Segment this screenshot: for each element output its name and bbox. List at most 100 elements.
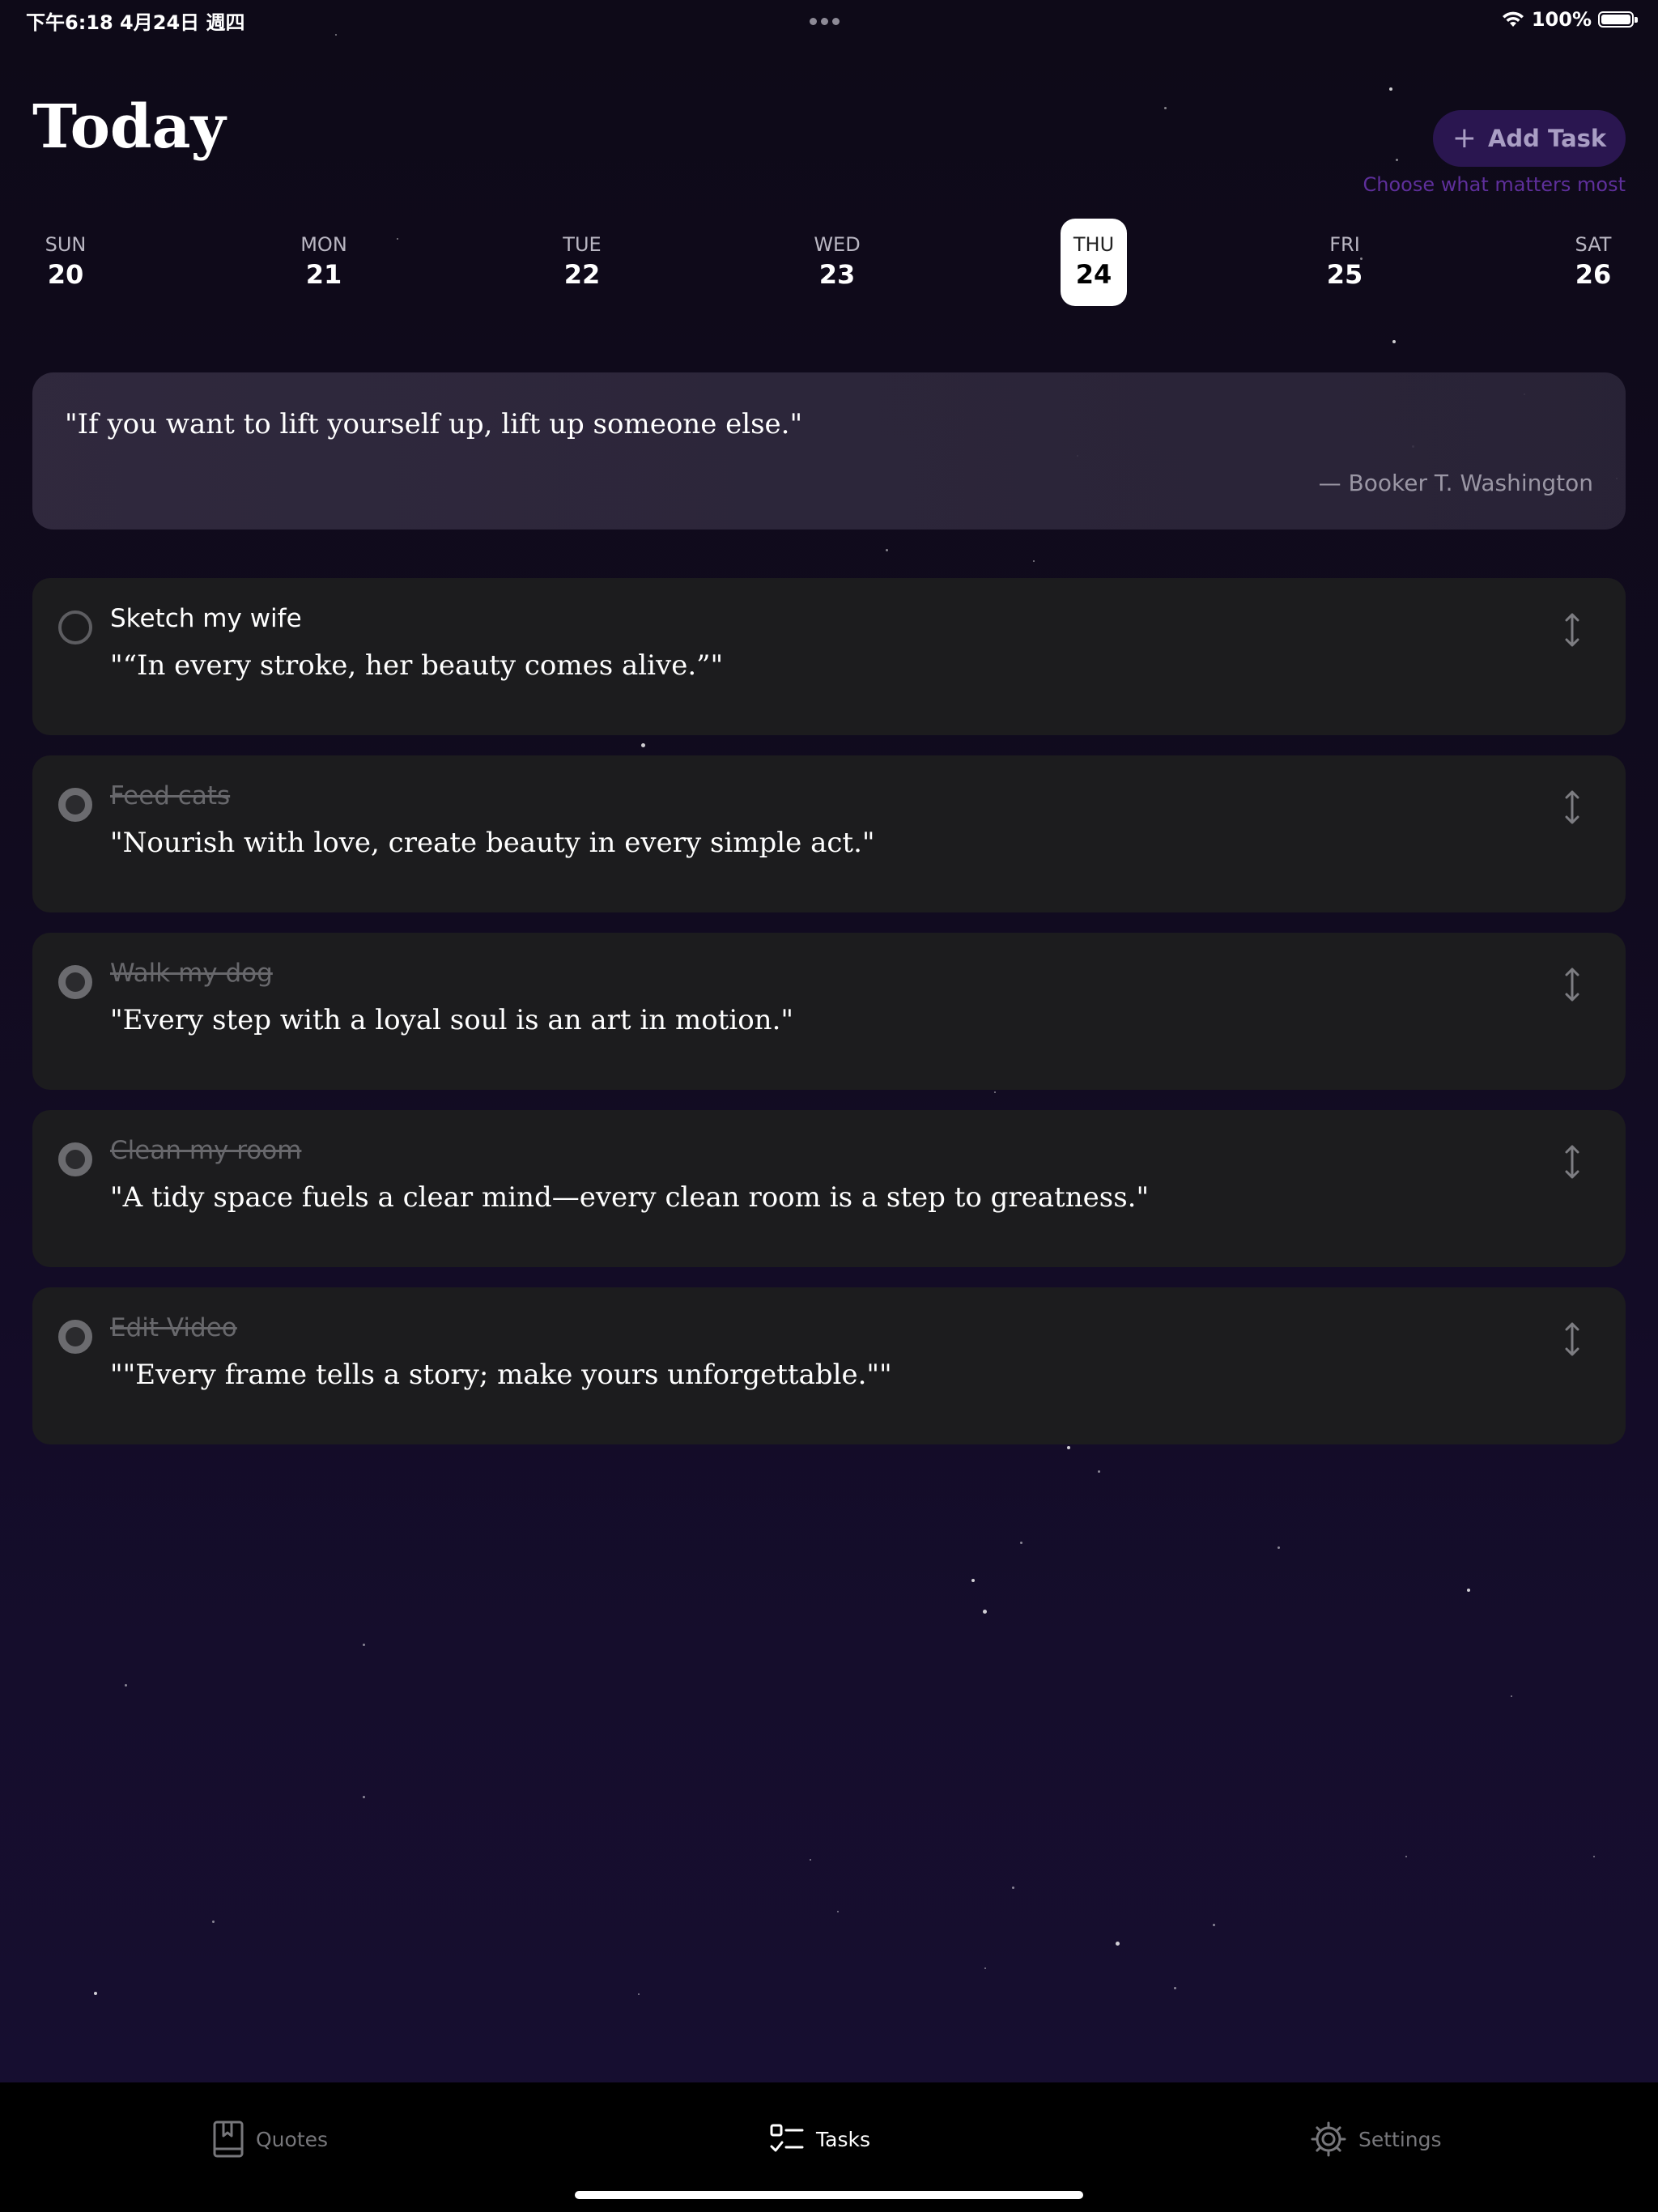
status-indicators: 100% bbox=[1501, 6, 1638, 32]
star-dot bbox=[984, 1967, 986, 1969]
task-card[interactable]: Edit Video ""Every frame tells a story; … bbox=[32, 1287, 1626, 1444]
day-number: 21 bbox=[305, 259, 342, 290]
task-title: Feed cats bbox=[110, 781, 231, 810]
day-fri[interactable]: FRI 25 bbox=[1312, 219, 1378, 306]
star-dot bbox=[1174, 1987, 1176, 1989]
task-card[interactable]: Walk my dog "Every step with a loyal sou… bbox=[32, 933, 1626, 1090]
day-number: 24 bbox=[1075, 259, 1112, 290]
add-task-button[interactable]: + Add Task bbox=[1433, 110, 1626, 167]
home-indicator[interactable] bbox=[575, 2191, 1083, 2199]
tab-tasks-label: Tasks bbox=[816, 2127, 870, 2151]
task-quote: ""Every frame tells a story; make yours … bbox=[110, 1359, 892, 1391]
star-dot bbox=[886, 549, 888, 551]
gear-icon bbox=[1311, 2121, 1346, 2157]
star-dot bbox=[1033, 560, 1035, 562]
star-dot bbox=[1396, 159, 1398, 161]
status-bar: 下午6:18 4月24日 週四 100% bbox=[0, 0, 1658, 39]
star-dot bbox=[125, 1684, 127, 1687]
star-dot bbox=[212, 1921, 215, 1923]
tab-quotes[interactable]: Quotes bbox=[212, 2115, 328, 2163]
day-wed[interactable]: WED 23 bbox=[804, 219, 870, 306]
add-task-label: Add Task bbox=[1487, 125, 1607, 152]
battery-percent: 100% bbox=[1531, 8, 1592, 31]
task-title: Walk my dog bbox=[110, 959, 273, 988]
star-dot bbox=[363, 1796, 365, 1798]
daily-quote-author: — Booker T. Washington bbox=[1318, 470, 1593, 496]
day-number: 26 bbox=[1575, 259, 1612, 290]
page-title: Today bbox=[32, 92, 226, 162]
star-dot bbox=[1278, 1546, 1280, 1549]
tab-settings-label: Settings bbox=[1358, 2127, 1442, 2151]
day-of-week: SAT bbox=[1575, 233, 1612, 256]
star-dot bbox=[94, 1992, 97, 1995]
day-thu[interactable]: THU 24 bbox=[1061, 219, 1127, 306]
task-title: Sketch my wife bbox=[110, 604, 302, 633]
reorder-handle-icon[interactable] bbox=[1561, 1321, 1584, 1357]
task-card[interactable]: Sketch my wife "“In every stroke, her be… bbox=[32, 578, 1626, 735]
plus-icon: + bbox=[1452, 121, 1477, 155]
multitasking-dots-icon[interactable] bbox=[810, 13, 848, 25]
wifi-icon bbox=[1502, 11, 1524, 27]
add-task-subtitle: Choose what matters most bbox=[1363, 173, 1626, 196]
checklist-icon bbox=[770, 2124, 804, 2152]
star-dot bbox=[1098, 1470, 1100, 1473]
task-card[interactable]: Feed cats "Nourish with love, create bea… bbox=[32, 755, 1626, 912]
day-of-week: SUN bbox=[45, 233, 87, 256]
tab-quotes-label: Quotes bbox=[256, 2127, 329, 2151]
task-card[interactable]: Clean my room "A tidy space fuels a clea… bbox=[32, 1110, 1626, 1267]
task-checkbox[interactable] bbox=[58, 788, 92, 822]
star-dot bbox=[1116, 1942, 1120, 1946]
star-dot bbox=[638, 1993, 640, 1995]
reorder-handle-icon[interactable] bbox=[1561, 612, 1584, 648]
daily-quote-text: "If you want to lift yourself up, lift u… bbox=[65, 408, 803, 440]
day-of-week: THU bbox=[1073, 233, 1115, 256]
star-dot bbox=[810, 1859, 811, 1861]
task-title: Clean my room bbox=[110, 1136, 302, 1165]
task-quote: "Every step with a loyal soul is an art … bbox=[110, 1004, 794, 1036]
star-dot bbox=[1213, 1924, 1215, 1926]
star-dot bbox=[1164, 107, 1167, 109]
tab-settings[interactable]: Settings bbox=[1310, 2115, 1442, 2163]
task-list: Sketch my wife "“In every stroke, her be… bbox=[32, 578, 1626, 1465]
task-quote: "A tidy space fuels a clear mind—every c… bbox=[110, 1181, 1150, 1214]
star-dot bbox=[1593, 1856, 1595, 1857]
day-tue[interactable]: TUE 22 bbox=[549, 219, 615, 306]
day-of-week: WED bbox=[814, 233, 861, 256]
task-quote: "Nourish with love, create beauty in eve… bbox=[110, 827, 875, 859]
day-of-week: FRI bbox=[1329, 233, 1360, 256]
star-dot bbox=[1012, 1887, 1014, 1889]
star-dot bbox=[837, 1911, 839, 1912]
reorder-handle-icon[interactable] bbox=[1561, 789, 1584, 825]
tab-bar: Quotes Tasks Settings bbox=[0, 2082, 1658, 2212]
battery-icon bbox=[1598, 11, 1638, 28]
star-dot bbox=[363, 1644, 365, 1646]
day-of-week: TUE bbox=[563, 233, 602, 256]
tab-tasks[interactable]: Tasks bbox=[769, 2115, 870, 2163]
reorder-handle-icon[interactable] bbox=[1561, 967, 1584, 1002]
star-dot bbox=[1467, 1589, 1470, 1592]
task-checkbox[interactable] bbox=[58, 610, 92, 644]
task-checkbox[interactable] bbox=[58, 965, 92, 999]
day-sun[interactable]: SUN 20 bbox=[32, 219, 99, 306]
day-of-week: MON bbox=[300, 233, 347, 256]
week-strip: SUN 20 MON 21 TUE 22 WED 23 THU 24 FRI 2… bbox=[0, 219, 1658, 308]
star-dot bbox=[1405, 1856, 1407, 1857]
day-number: 23 bbox=[818, 259, 856, 290]
star-dot bbox=[971, 1579, 975, 1582]
star-dot bbox=[1392, 340, 1396, 343]
day-sat[interactable]: SAT 26 bbox=[1560, 219, 1626, 306]
day-number: 25 bbox=[1326, 259, 1363, 290]
reorder-handle-icon[interactable] bbox=[1561, 1144, 1584, 1180]
star-dot bbox=[1389, 87, 1392, 91]
star-dot bbox=[983, 1610, 987, 1614]
star-dot bbox=[1020, 1542, 1022, 1544]
task-checkbox[interactable] bbox=[58, 1142, 92, 1176]
book-icon bbox=[213, 2121, 244, 2158]
day-mon[interactable]: MON 21 bbox=[291, 219, 357, 306]
day-number: 22 bbox=[563, 259, 601, 290]
task-checkbox[interactable] bbox=[58, 1320, 92, 1354]
task-quote: "“In every stroke, her beauty comes aliv… bbox=[110, 649, 724, 682]
day-number: 20 bbox=[47, 259, 84, 290]
status-time: 下午6:18 4月24日 週四 bbox=[26, 11, 245, 34]
star-dot bbox=[1511, 1695, 1512, 1697]
